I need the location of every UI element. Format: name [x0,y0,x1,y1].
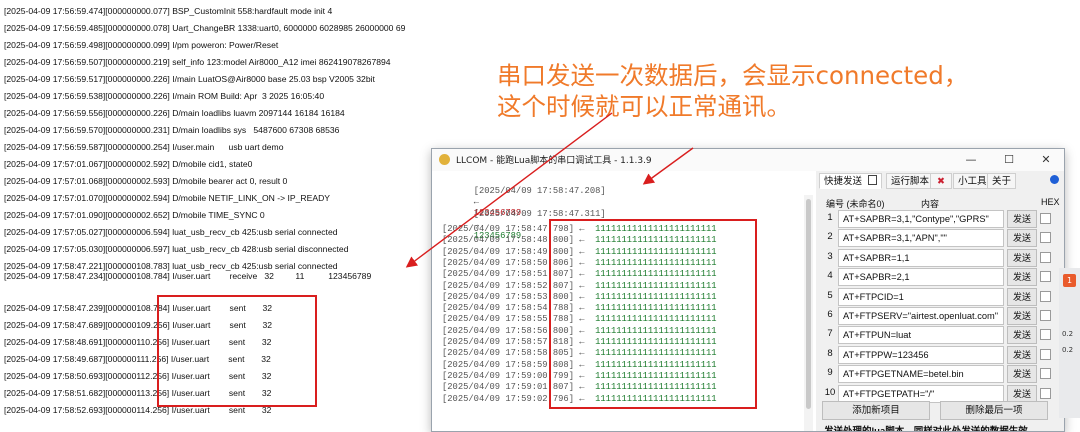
arrow-to-background-log [405,112,613,268]
side-label-2: 0.2 [1062,346,1074,354]
side-badge[interactable]: 1 [1063,274,1076,287]
side-toolbar: 1 0.2 0.2 [1059,268,1080,418]
callout-arrows [405,112,694,268]
arrow-to-llcom-receive [642,147,694,185]
side-label-1: 0.2 [1062,330,1074,338]
